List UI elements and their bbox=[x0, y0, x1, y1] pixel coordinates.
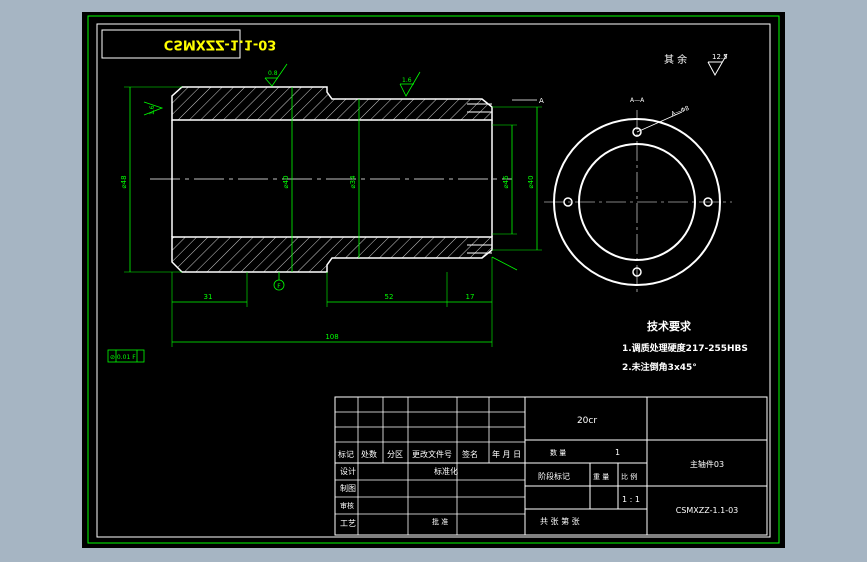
svg-text:108: 108 bbox=[325, 333, 338, 341]
svg-text:31: 31 bbox=[204, 293, 213, 301]
svg-text:⌀40: ⌀40 bbox=[282, 175, 290, 188]
mirrored-code: CSMXZZ-1.1-03 bbox=[164, 37, 277, 52]
svg-text:A—Φ8: A—Φ8 bbox=[670, 105, 690, 118]
quantity-label: 数 量 bbox=[550, 448, 566, 457]
roughness-symbol-main: 12.5 bbox=[707, 53, 728, 77]
dim-center: ⌀34 bbox=[349, 99, 360, 258]
weight: 重 量 bbox=[593, 473, 609, 481]
cad-drawing: CSMXZZ-1.1-03 其 余 12.5 ⌀48 ⌀40 ⌀34 ⌀46 ⌀… bbox=[87, 15, 780, 544]
surface-rest-label: 其 余 bbox=[664, 53, 687, 66]
datum-a-marker: A bbox=[512, 97, 544, 105]
svg-text:0.8: 0.8 bbox=[268, 70, 278, 77]
svg-text:52: 52 bbox=[385, 293, 394, 301]
approve: 批 准 bbox=[432, 517, 448, 526]
dim-length-total: 108 bbox=[172, 333, 492, 343]
dim-right-inner: ⌀46 bbox=[492, 124, 517, 235]
drawing-sheet: CSMXZZ-1.1-03 其 余 12.5 ⌀48 ⌀40 ⌀34 ⌀46 ⌀… bbox=[82, 12, 785, 548]
col-header-doc: 更改文件号 bbox=[412, 449, 452, 459]
lower-wall-section bbox=[171, 236, 493, 273]
geometric-tolerance-frame: ⊘ 0.01 F bbox=[107, 349, 145, 363]
svg-text:⌀48: ⌀48 bbox=[120, 175, 128, 188]
end-view: A—A A—Φ8 bbox=[544, 97, 732, 294]
part-name: 主轴件03 bbox=[690, 459, 724, 469]
roughness-a: 0.8 bbox=[264, 63, 288, 87]
datum-f: F bbox=[273, 272, 285, 291]
right-thread-notch bbox=[467, 103, 492, 254]
scale-value: 1 : 1 bbox=[622, 495, 640, 504]
col-header-sign: 签名 bbox=[462, 449, 478, 459]
dim-length-31: 31 bbox=[171, 272, 248, 347]
svg-text:1.6: 1.6 bbox=[149, 105, 156, 115]
svg-text:⌀40: ⌀40 bbox=[527, 175, 535, 188]
svg-text:12.5: 12.5 bbox=[712, 53, 728, 61]
dim-length-52: 52 bbox=[326, 272, 448, 307]
title-block: 标记 处数 分区 更改文件号 签名 年 月 日 设计 制图 审核 工艺 标准化 … bbox=[334, 396, 768, 536]
svg-text:⌀34: ⌀34 bbox=[349, 175, 357, 189]
upper-wall-section bbox=[171, 86, 493, 121]
row-draw: 制图 bbox=[340, 483, 356, 493]
row-design: 设计 bbox=[340, 466, 356, 476]
standardization: 标准化 bbox=[434, 466, 458, 476]
stage-mark: 阶段标记 bbox=[538, 471, 570, 481]
dim-length-17: 17 bbox=[447, 257, 493, 347]
svg-text:1.6: 1.6 bbox=[402, 77, 412, 84]
quantity-value: 1 bbox=[615, 448, 620, 457]
roughness-b: 1.6 bbox=[399, 71, 421, 97]
dim-right-outer: ⌀40 bbox=[492, 106, 542, 251]
svg-text:A—A: A—A bbox=[630, 97, 645, 104]
row-process: 工艺 bbox=[340, 519, 356, 528]
col-header-date: 年 月 日 bbox=[492, 449, 521, 459]
svg-text:17: 17 bbox=[466, 293, 475, 301]
svg-text:⌀46: ⌀46 bbox=[502, 175, 510, 189]
col-header-mark: 标记 bbox=[338, 449, 354, 459]
svg-text:F: F bbox=[277, 283, 281, 290]
col-header-count: 处数 bbox=[361, 449, 377, 459]
note-1: 1.调质处理硬度217-255HBS bbox=[622, 342, 748, 354]
col-header-zone: 分区 bbox=[387, 450, 403, 459]
note-2: 2.未注倒角3x45° bbox=[622, 361, 697, 373]
material: 20cr bbox=[577, 416, 597, 426]
row-check: 审核 bbox=[340, 501, 354, 510]
svg-text:⊘ 0.01 F: ⊘ 0.01 F bbox=[110, 354, 136, 361]
svg-text:A: A bbox=[539, 97, 544, 105]
roughness-c: 1.6 bbox=[143, 101, 164, 116]
scale: 比 例 bbox=[621, 472, 637, 481]
notes-title: 技术要求 bbox=[647, 319, 692, 333]
drawing-number: CSMXZZ-1.1-03 bbox=[676, 506, 739, 515]
sheets: 共 张 第 张 bbox=[540, 516, 580, 526]
